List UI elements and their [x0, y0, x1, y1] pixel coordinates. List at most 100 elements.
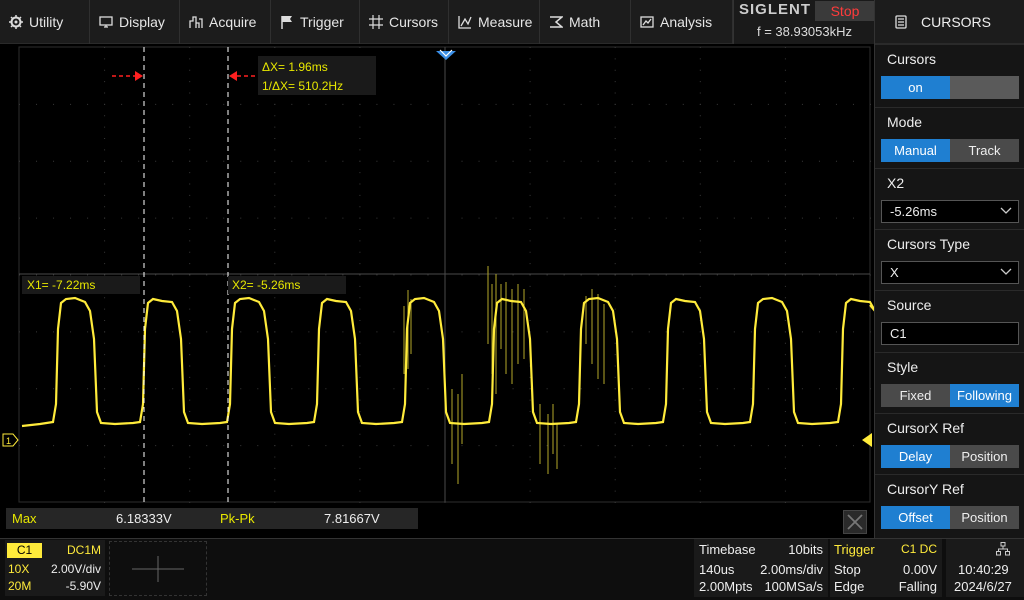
brand-status-area: SIGLENT Stop f = 38.93053kHz — [733, 0, 875, 44]
grid-dot — [818, 445, 820, 447]
grid-dot — [699, 422, 701, 424]
grid-dot — [155, 331, 157, 333]
add-channel-button[interactable] — [109, 541, 207, 596]
grid-dot — [53, 217, 55, 219]
cursory-ref-toggle[interactable]: Offset Position — [881, 506, 1019, 529]
panel-title: CURSORS — [921, 13, 992, 30]
grid-dot — [699, 263, 701, 265]
grid-dot — [19, 388, 20, 390]
grid-dot — [784, 81, 786, 83]
x1-readout: X1= -7.22ms — [27, 278, 95, 292]
cursorx-position-option[interactable]: Position — [950, 445, 1019, 468]
style-fixed-option[interactable]: Fixed — [881, 384, 950, 407]
grid-dot — [189, 160, 191, 162]
menu-measure[interactable]: Measure — [449, 0, 540, 44]
grid-dot — [665, 274, 667, 276]
grid-dot — [138, 274, 140, 276]
grid-dot — [529, 103, 531, 105]
grid-dot — [155, 445, 157, 447]
menu-utility[interactable]: Utility — [0, 0, 90, 44]
grid-dot — [478, 103, 480, 105]
channel-1-info[interactable]: C1 DC1M 10X 2.00V/div 20M -5.90V — [5, 540, 105, 596]
cursory-position-option[interactable]: Position — [950, 506, 1019, 529]
grid-dot — [529, 308, 531, 310]
grid-dot — [104, 433, 106, 435]
cursors-type-select[interactable]: X — [881, 261, 1019, 284]
grid-dot — [155, 160, 157, 162]
grid-dot — [614, 308, 616, 310]
grid-dot — [529, 502, 531, 503]
grid-dot — [274, 467, 276, 469]
timebase-scale: 2.00ms/div — [760, 562, 823, 577]
grid-dot — [104, 240, 106, 242]
mode-track-option[interactable]: Track — [950, 139, 1019, 162]
x2-select[interactable]: -5.26ms — [881, 200, 1019, 223]
grid-dot — [784, 297, 786, 299]
grid-dot — [155, 217, 157, 219]
grid-dot — [223, 217, 225, 219]
mode-manual-option[interactable]: Manual — [881, 139, 950, 162]
grid-dot — [274, 126, 276, 128]
grid-dot — [104, 467, 106, 469]
channel-offset: -5.90V — [65, 579, 101, 593]
grid-dot — [240, 445, 242, 447]
style-label: Style — [887, 359, 919, 375]
trigger-info[interactable]: Trigger C1 DC Stop 0.00V Edge Falling — [830, 539, 942, 597]
grid-dot — [138, 103, 140, 105]
style-toggle[interactable]: Fixed Following — [881, 384, 1019, 407]
grid-dot — [53, 103, 55, 105]
grid-dot — [104, 274, 106, 276]
grid-dot — [240, 331, 242, 333]
menu-acquire[interactable]: Acquire — [180, 0, 271, 44]
grid-dot — [189, 103, 191, 105]
cursorx-ref-toggle[interactable]: Delay Position — [881, 445, 1019, 468]
x2-readout: X2= -5.26ms — [232, 278, 300, 292]
source-value: C1 — [890, 326, 907, 341]
menu-trigger[interactable]: Trigger — [271, 0, 360, 44]
grid-dot — [529, 183, 531, 185]
grid-dot — [614, 69, 616, 71]
menu-display[interactable]: Display — [90, 0, 180, 44]
cursorx-delay-option[interactable]: Delay — [881, 445, 950, 468]
clock-info[interactable]: 10:40:29 2024/6/27 — [946, 539, 1024, 597]
menu-math[interactable]: Math — [540, 0, 631, 44]
style-following-option[interactable]: Following — [950, 384, 1019, 407]
cursory-offset-option[interactable]: Offset — [881, 506, 950, 529]
timebase-info[interactable]: Timebase 10bits 140us 2.00ms/div 2.00Mpt… — [694, 539, 828, 597]
cursors-on-option[interactable]: on — [881, 76, 950, 99]
grid-dot — [206, 103, 208, 105]
mode-toggle[interactable]: Manual Track — [881, 139, 1019, 162]
menu-analysis[interactable]: Analysis — [631, 0, 733, 44]
grid-dot — [359, 126, 361, 128]
grid-dot — [750, 331, 752, 333]
close-measure-button[interactable] — [843, 510, 867, 534]
waveform-display[interactable]: ΔX= 1.96ms 1/ΔX= 510.2Hz X1= -7.22ms X2=… — [0, 44, 874, 504]
grid-dot — [784, 206, 786, 208]
grid-dot — [750, 103, 752, 105]
grid-dot — [70, 445, 72, 447]
grid-dot — [529, 274, 531, 276]
grid-dot — [699, 194, 701, 196]
source-select[interactable]: C1 — [881, 322, 1019, 345]
grid-dot — [682, 274, 684, 276]
grid-dot — [682, 217, 684, 219]
grid-dot — [104, 183, 106, 185]
grid-dot — [614, 411, 616, 412]
grid-dot — [359, 365, 361, 367]
cursors-toggle[interactable]: on — [881, 76, 1019, 99]
trigger-source: C1 DC — [900, 542, 937, 556]
run-stop-status[interactable]: Stop — [815, 1, 875, 21]
grid-dot — [529, 297, 531, 299]
grid-dot — [206, 274, 208, 276]
grid-dot — [852, 331, 854, 333]
grid-dot — [274, 103, 276, 105]
grid-dot — [104, 149, 106, 151]
grid-dot — [308, 103, 310, 105]
grid-dot — [699, 229, 701, 230]
menu-cursors[interactable]: Cursors — [360, 0, 449, 44]
grid-dot — [189, 365, 191, 367]
grid-dot — [19, 103, 20, 105]
grid-dot — [359, 160, 361, 162]
grid-dot — [818, 388, 820, 390]
cursors-off-option[interactable] — [950, 76, 1019, 99]
